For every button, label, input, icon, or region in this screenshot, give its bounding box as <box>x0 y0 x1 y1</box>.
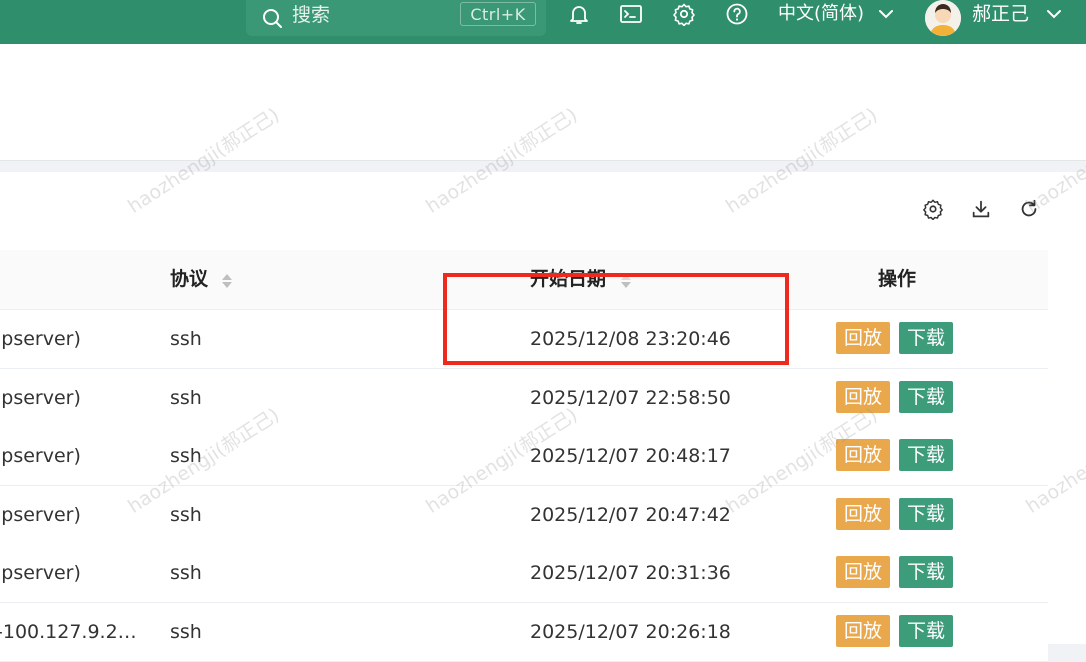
replay-button[interactable]: 回放 <box>836 615 890 647</box>
settings-gear-icon[interactable] <box>672 2 696 26</box>
replay-button[interactable]: 回放 <box>836 556 890 588</box>
column-settings-icon[interactable] <box>922 198 944 220</box>
help-icon[interactable] <box>725 2 749 26</box>
global-search-box[interactable]: 搜索 Ctrl+K <box>246 0 546 36</box>
replay-button[interactable]: 回放 <box>836 439 890 471</box>
download-button[interactable]: 下载 <box>899 381 953 413</box>
chevron-down-icon[interactable] <box>1044 4 1064 24</box>
avatar-person-icon <box>925 0 961 36</box>
start-date-cell: 2025/12/08 23:20:46 <box>530 328 731 350</box>
replay-button[interactable]: 回放 <box>836 322 890 354</box>
start-date-cell: 2025/12/07 22:58:50 <box>530 387 731 409</box>
table-row: ıpserver) ssh 2025/12/07 20:31:36 回放 下载 <box>0 544 1048 603</box>
column-header-actions: 操作 <box>878 268 917 290</box>
asset-cell: ıpserver) <box>0 562 81 584</box>
download-button[interactable]: 下载 <box>899 322 953 354</box>
username-label[interactable]: 郝正己 <box>972 2 1029 26</box>
protocol-cell: ssh <box>170 328 202 350</box>
sort-caret-icon[interactable] <box>220 272 234 290</box>
table-row: ıpserver) ssh 2025/12/07 20:48:17 回放 下载 <box>0 427 1048 486</box>
export-download-icon[interactable] <box>970 198 992 220</box>
download-button[interactable]: 下载 <box>899 498 953 530</box>
download-button[interactable]: 下载 <box>899 556 953 588</box>
protocol-cell: ssh <box>170 621 202 643</box>
sort-caret-icon[interactable] <box>619 272 633 290</box>
replay-button[interactable]: 回放 <box>836 381 890 413</box>
protocol-cell: ssh <box>170 562 202 584</box>
column-header-protocol[interactable]: 协议 <box>170 250 208 309</box>
asset-cell: ıpserver) <box>0 328 81 350</box>
asset-cell: -100.127.9.2… <box>0 621 137 643</box>
search-shortcut-hint: Ctrl+K <box>460 2 536 26</box>
asset-cell: ıpserver) <box>0 504 81 526</box>
start-date-cell: 2025/12/07 20:31:36 <box>530 562 731 584</box>
start-date-cell: 2025/12/07 20:48:17 <box>530 445 731 467</box>
search-placeholder: 搜索 <box>292 4 331 26</box>
language-selector[interactable]: 中文(简体) <box>778 2 864 26</box>
table-row: -100.127.9.2… ssh 2025/12/07 20:26:18 回放… <box>0 603 1048 662</box>
table-row: ıpserver) ssh 2025/12/07 22:58:50 回放 下载 <box>0 369 1048 428</box>
bell-icon[interactable] <box>567 2 591 26</box>
protocol-cell: ssh <box>170 387 202 409</box>
protocol-cell: ssh <box>170 504 202 526</box>
search-icon <box>263 9 282 28</box>
chevron-down-icon[interactable] <box>876 4 896 24</box>
column-header-start-date[interactable]: 开始日期 <box>530 250 606 309</box>
download-button[interactable]: 下载 <box>899 439 953 471</box>
download-button[interactable]: 下载 <box>899 615 953 647</box>
asset-cell: ıpserver) <box>0 445 81 467</box>
terminal-icon[interactable] <box>619 2 643 26</box>
protocol-cell: ssh <box>170 445 202 467</box>
table-row: ıpserver) ssh 2025/12/08 23:20:46 回放 下载 <box>0 310 1048 369</box>
table-header: 协议 开始日期 操作 <box>0 250 1048 310</box>
top-navigation-bar: 搜索 Ctrl+K 中文(简体) 郝正己 <box>0 0 1086 44</box>
refresh-icon[interactable] <box>1018 198 1040 220</box>
user-avatar[interactable] <box>925 0 961 36</box>
table-row: ıpserver) ssh 2025/12/07 20:47:42 回放 下载 <box>0 486 1048 545</box>
replay-button[interactable]: 回放 <box>836 498 890 530</box>
start-date-cell: 2025/12/07 20:26:18 <box>530 621 731 643</box>
asset-cell: ıpserver) <box>0 387 81 409</box>
start-date-cell: 2025/12/07 20:47:42 <box>530 504 731 526</box>
filter-panel <box>0 44 1086 161</box>
